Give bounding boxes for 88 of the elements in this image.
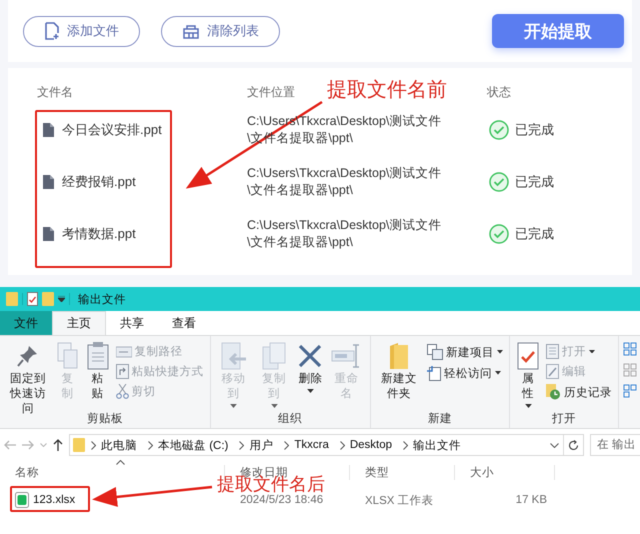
breadcrumb-item[interactable]: 本地磁盘 (C:) xyxy=(153,438,234,452)
properties-icon xyxy=(517,342,540,370)
open-icon xyxy=(546,344,560,359)
clear-list-button[interactable]: 清除列表 xyxy=(161,16,280,46)
chevron-right-icon xyxy=(239,440,244,450)
ribbon-button[interactable]: 粘贴 xyxy=(84,340,112,404)
column-header[interactable]: 类型 xyxy=(365,466,389,478)
ribbon-tab[interactable]: 文件 xyxy=(0,311,52,335)
up-arrow-icon[interactable] xyxy=(53,439,63,451)
column-header: 文件名 xyxy=(37,84,73,100)
group-label: 新建 xyxy=(426,411,453,427)
address-bar[interactable]: 此电脑 本地磁盘 (C:) 用户 Tkxcra Desktop 输出文件 xyxy=(69,434,584,456)
folder-icon xyxy=(6,292,18,306)
group-label: 打开 xyxy=(551,412,578,427)
file-name[interactable]: 123.xlsx xyxy=(33,494,76,506)
breadcrumb-item[interactable]: 此电脑 xyxy=(96,438,142,452)
window-title: 输出文件 xyxy=(78,292,126,306)
file-name: 今日会议安排.ppt xyxy=(62,121,162,139)
chevron-right-icon xyxy=(403,440,408,450)
easy-access-icon xyxy=(427,365,442,381)
back-arrow-icon[interactable] xyxy=(4,440,16,450)
document-icon xyxy=(43,123,54,137)
check-circle-icon xyxy=(489,172,509,192)
search-field[interactable]: 在 输出 xyxy=(590,434,640,456)
group-label: 组织 xyxy=(277,412,304,427)
new-item-icon xyxy=(427,344,444,360)
column-header: 状态 xyxy=(487,84,511,100)
ribbon-tab[interactable]: 主页 xyxy=(52,311,106,335)
file-name: 考情数据.ppt xyxy=(62,225,136,243)
breadcrumb-item[interactable]: 用户 xyxy=(244,438,278,452)
shortcut-icon xyxy=(116,364,128,379)
status-text: 已完成 xyxy=(515,173,554,191)
ribbon-button[interactable]: 固定到快速访问 xyxy=(4,340,52,419)
ribbon-button[interactable]: 新建文件夹 xyxy=(374,340,424,404)
rename-icon xyxy=(331,342,362,370)
file-location: C:\Users\Tkxcra\Desktop\测试文件 \文件名提取器\ppt\ xyxy=(247,217,442,251)
document-icon xyxy=(43,227,54,241)
file-location: C:\Users\Tkxcra\Desktop\测试文件 \文件名提取器\ppt\ xyxy=(247,165,442,199)
history-icon xyxy=(546,384,562,400)
ribbon-button[interactable]: 新建项目 xyxy=(425,343,506,361)
chevron-right-icon xyxy=(340,440,345,450)
ribbon-button[interactable]: 历史记录 xyxy=(544,383,614,401)
breadcrumb-item[interactable]: 输出文件 xyxy=(408,438,466,452)
breadcrumb-item[interactable]: Desktop xyxy=(344,439,398,451)
chevron-right-icon xyxy=(148,440,153,450)
start-button[interactable]: 开始提取 xyxy=(492,14,624,48)
checklist-icon xyxy=(27,292,38,306)
move-icon xyxy=(220,342,247,370)
chevron-right-icon xyxy=(91,440,96,450)
folder-icon xyxy=(73,438,85,452)
chevron-down-icon xyxy=(550,442,559,448)
chevron-down-icon[interactable] xyxy=(40,443,47,447)
file-size: 17 KB xyxy=(514,494,548,506)
status-text: 已完成 xyxy=(515,121,554,139)
modified-date: 2024/5/23 18:46 xyxy=(239,494,324,506)
edit-icon xyxy=(546,364,560,379)
ribbon-button[interactable]: 删除 xyxy=(295,340,326,395)
ribbon-button[interactable]: 轻松访问 xyxy=(425,364,506,382)
refresh-icon[interactable] xyxy=(568,440,579,450)
check-circle-icon xyxy=(489,120,509,140)
spreadsheet-icon xyxy=(15,492,29,508)
check-circle-icon xyxy=(489,224,509,244)
forward-arrow-icon[interactable] xyxy=(22,440,34,450)
ribbon-button[interactable]: 属性 xyxy=(514,340,542,410)
path-icon xyxy=(116,346,132,358)
copy-icon xyxy=(56,342,78,370)
group-label: 剪贴板 xyxy=(86,411,124,427)
annotation-text: 提取文件名前 xyxy=(327,80,447,101)
status-text: 已完成 xyxy=(515,225,554,243)
chevron-right-icon xyxy=(284,440,290,450)
folder-icon xyxy=(388,342,409,370)
folder-icon xyxy=(42,292,54,306)
column-header: 文件位置 xyxy=(247,84,295,100)
chevron-up-icon xyxy=(116,460,125,465)
copy-to-icon xyxy=(262,342,286,370)
clipboard-icon xyxy=(86,342,108,370)
delete-icon xyxy=(298,342,322,370)
dropdown-icon[interactable] xyxy=(58,296,65,302)
file-name: 经费报销.ppt xyxy=(62,173,136,191)
column-header[interactable]: 大小 xyxy=(470,466,494,478)
column-header[interactable]: 名称 xyxy=(15,466,39,478)
file-type: XLSX 工作表 xyxy=(364,494,435,508)
document-icon xyxy=(43,175,54,189)
scissors-icon xyxy=(116,384,128,399)
add-file-icon xyxy=(44,22,60,40)
add-file-button[interactable]: 添加文件 xyxy=(23,16,140,46)
breadcrumb-item[interactable]: Tkxcra xyxy=(289,439,334,451)
basket-icon xyxy=(182,23,200,39)
